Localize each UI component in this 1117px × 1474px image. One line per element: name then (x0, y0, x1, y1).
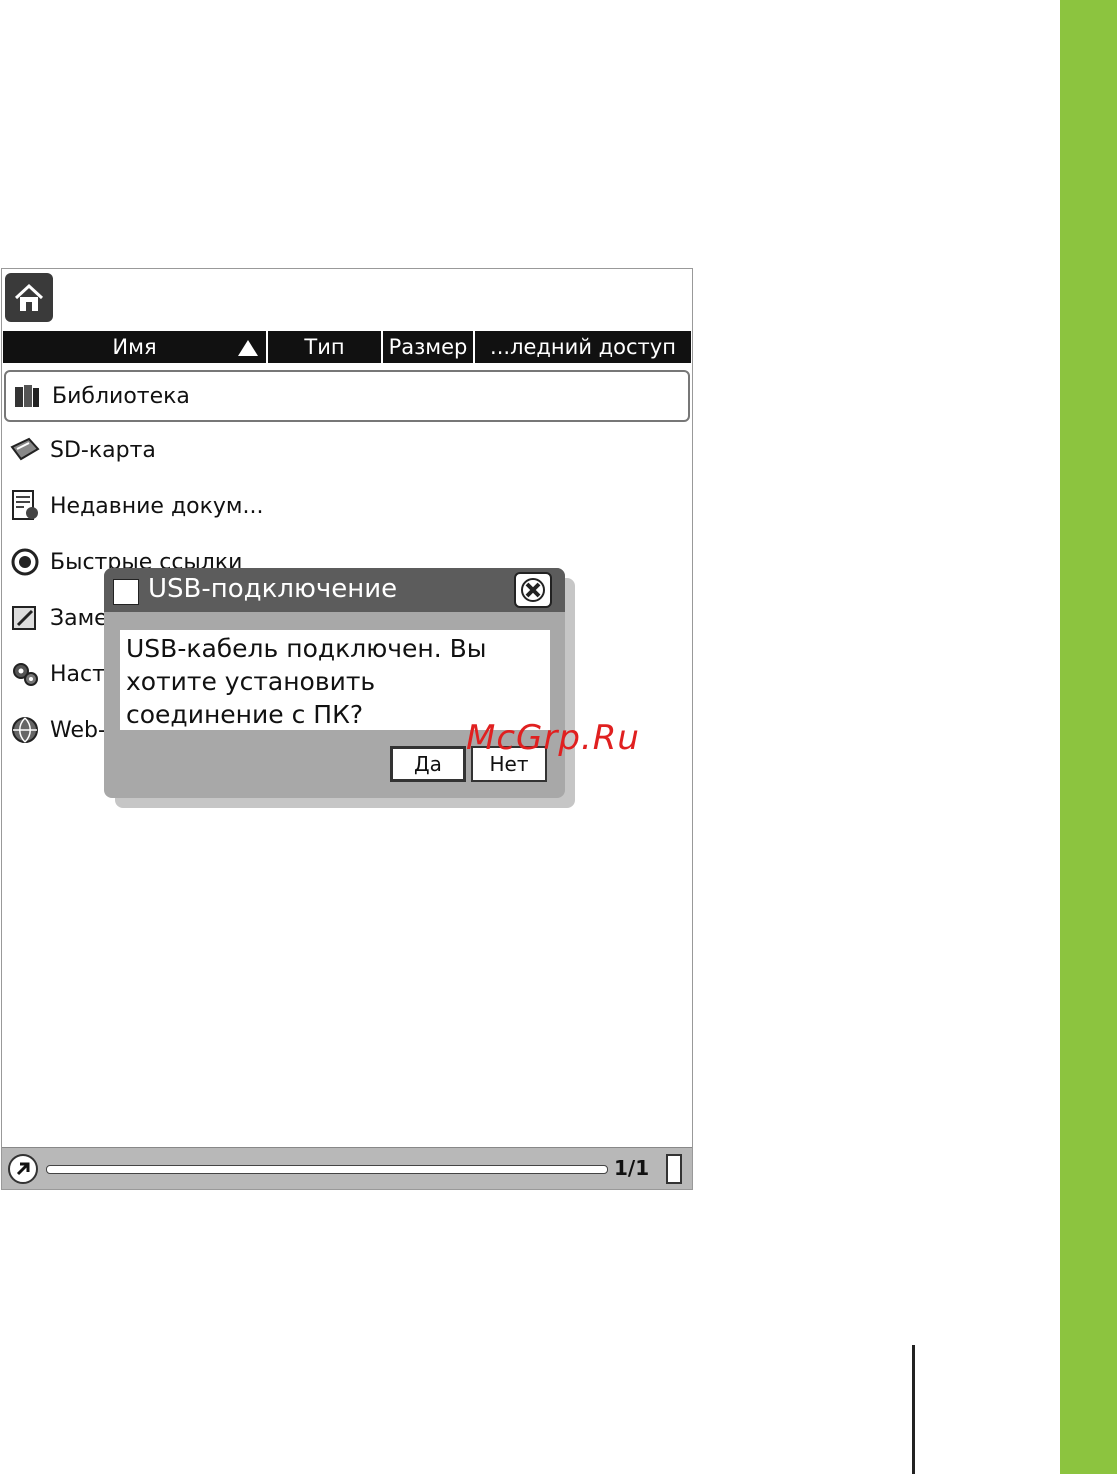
menu-arrow-icon[interactable] (8, 1154, 38, 1184)
home-button[interactable] (5, 273, 53, 322)
notes-icon (8, 601, 42, 635)
dialog-close-button[interactable] (514, 572, 552, 608)
dialog-message-line: USB-кабель подключен. Вы (126, 634, 487, 663)
list-item-label: Web- (50, 717, 106, 743)
column-type[interactable]: Тип (268, 331, 383, 363)
column-header: Имя Тип Размер ...ледний доступ (3, 331, 691, 363)
page-progress-bar[interactable] (46, 1165, 608, 1174)
usb-dialog: USB-подключение USB-кабель подключен. Вы… (104, 568, 565, 798)
settings-icon (8, 657, 42, 691)
column-last-access-label: ...ледний доступ (490, 335, 676, 359)
list-item-label: Заме (50, 605, 108, 631)
status-bar: 1/1 (2, 1147, 692, 1189)
list-item-label: Библиотека (52, 383, 190, 409)
recent-docs-icon (8, 489, 42, 523)
library-icon (10, 379, 44, 413)
list-item-label: SD-карта (50, 437, 156, 463)
list-item-sd-card[interactable]: SD-карта (4, 424, 690, 476)
page-indicator: 1/1 (614, 1156, 650, 1180)
column-type-label: Тип (304, 335, 345, 359)
side-color-bar (1060, 0, 1117, 1474)
sort-ascending-icon (238, 340, 258, 356)
battery-icon (666, 1154, 682, 1184)
dialog-title-bar: USB-подключение (104, 568, 565, 612)
sd-card-icon (8, 433, 42, 467)
quick-links-icon (8, 545, 42, 579)
column-size[interactable]: Размер (383, 331, 475, 363)
column-name[interactable]: Имя (3, 331, 268, 363)
home-icon (14, 283, 44, 311)
dialog-checkbox-icon (113, 579, 139, 605)
column-size-label: Размер (388, 335, 468, 359)
close-icon (521, 578, 545, 602)
column-name-label: Имя (112, 335, 157, 359)
web-icon (8, 713, 42, 747)
dialog-message-line: хотите установить (126, 667, 376, 696)
yes-button[interactable]: Да (390, 746, 466, 782)
column-last-access[interactable]: ...ледний доступ (475, 331, 691, 363)
dialog-title: USB-подключение (148, 574, 398, 604)
list-item-library[interactable]: Библиотека (4, 370, 690, 422)
list-item-label: Недавние докум... (50, 493, 264, 519)
watermark: McGrp.Ru (466, 718, 640, 758)
page-divider-line (912, 1345, 915, 1474)
list-item-recent-docs[interactable]: Недавние докум... (4, 480, 690, 532)
dialog-message: USB-кабель подключен. Вы хотите установи… (120, 630, 550, 730)
list-item-label: Наст (50, 661, 105, 687)
